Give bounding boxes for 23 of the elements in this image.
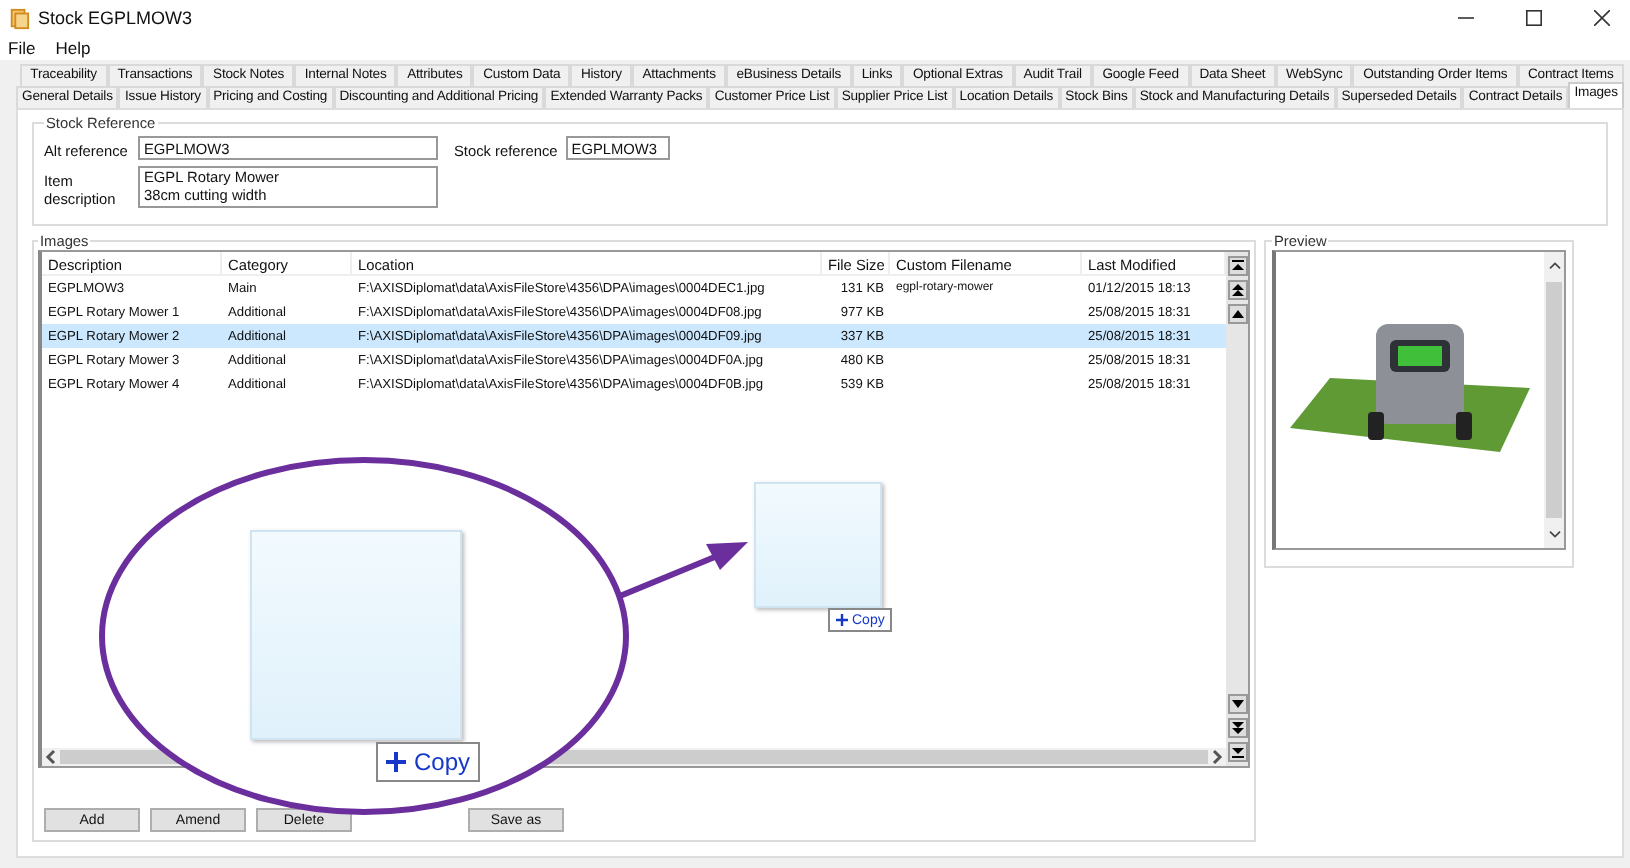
move-top-icon[interactable] bbox=[1227, 256, 1247, 276]
menu-item[interactable]: File bbox=[8, 38, 36, 58]
copy-cursor-label: Copy bbox=[376, 742, 481, 782]
scroll-left-icon[interactable] bbox=[42, 748, 60, 766]
scroll-up-icon[interactable] bbox=[1547, 260, 1561, 270]
vertical-scrollbar[interactable] bbox=[1226, 252, 1248, 766]
scroll-right-icon[interactable] bbox=[1208, 748, 1226, 766]
move-up-double-icon[interactable] bbox=[1227, 280, 1247, 300]
move-down-double-icon[interactable] bbox=[1227, 718, 1247, 738]
scroll-down-icon[interactable] bbox=[1547, 530, 1561, 540]
menu-item[interactable]: Help bbox=[55, 38, 91, 58]
move-down-icon[interactable] bbox=[1227, 694, 1247, 714]
vertical-scrollbar[interactable] bbox=[1544, 252, 1564, 548]
app-icon bbox=[8, 7, 30, 29]
close-icon[interactable] bbox=[1594, 10, 1610, 26]
move-bottom-icon[interactable] bbox=[1227, 742, 1247, 762]
maximize-icon[interactable] bbox=[1526, 10, 1542, 26]
plus-icon bbox=[386, 752, 406, 772]
drag-preview bbox=[754, 482, 882, 608]
move-up-icon[interactable] bbox=[1227, 304, 1247, 324]
arrow bbox=[618, 536, 750, 604]
plus-icon bbox=[836, 614, 848, 626]
window-title: Stock EGPLMOW3 bbox=[38, 8, 193, 28]
